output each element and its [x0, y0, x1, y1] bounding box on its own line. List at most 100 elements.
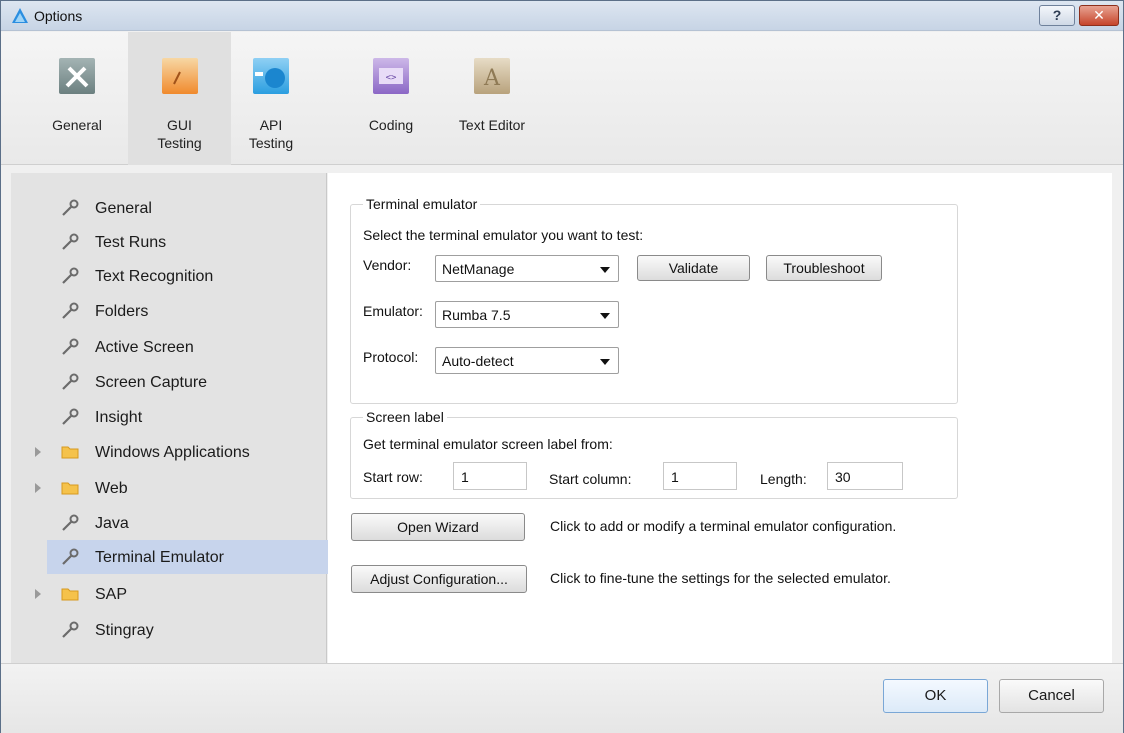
nav-item-label: SAP: [95, 586, 128, 603]
wrench-icon: [62, 373, 79, 390]
start-row-label: Start row:: [363, 469, 423, 485]
toolbar-gui-testing[interactable]: GUI Testing: [128, 32, 231, 165]
toolbar-gui-testing-label-line1: GUI: [167, 117, 192, 133]
nav-item-windows-applications[interactable]: Windows Applications: [35, 435, 329, 469]
terminal-emulator-group-title: Terminal emulator: [363, 196, 481, 212]
open-wizard-button[interactable]: Open Wizard: [351, 513, 525, 541]
close-button[interactable]: ✕: [1079, 5, 1119, 26]
nav-item-folders[interactable]: Folders: [47, 294, 329, 328]
toolbar-api-testing[interactable]: API Testing: [231, 32, 311, 165]
coding-icon: <>: [373, 58, 409, 94]
wrench-icon: [62, 302, 79, 319]
nav-item-text-recognition[interactable]: Text Recognition: [47, 259, 329, 293]
text-editor-icon: A: [474, 58, 510, 94]
vendor-label: Vendor:: [363, 257, 412, 273]
folder-icon: [61, 482, 79, 495]
nav-item-label: Web: [95, 480, 128, 497]
nav-item-web[interactable]: Web: [35, 471, 329, 505]
adjust-configuration-description: Click to fine-tune the settings for the …: [550, 570, 891, 586]
start-column-field[interactable]: 1: [663, 462, 737, 490]
cancel-button[interactable]: Cancel: [999, 679, 1104, 713]
nav-item-insight[interactable]: Insight: [47, 400, 329, 434]
nav-item-general[interactable]: General: [47, 191, 329, 225]
nav-item-stingray[interactable]: Stingray: [47, 613, 329, 647]
open-wizard-description: Click to add or modify a terminal emulat…: [550, 518, 897, 534]
nav-item-label: General: [95, 200, 152, 217]
nav-item-label: Screen Capture: [95, 374, 208, 391]
terminal-instruction: Select the terminal emulator you want to…: [363, 227, 644, 243]
length-label: Length:: [760, 471, 807, 487]
protocol-label: Protocol:: [363, 349, 419, 365]
expand-arrow-icon[interactable]: [35, 447, 41, 457]
toolbar-general[interactable]: General: [41, 32, 113, 165]
wrench-icon: [62, 338, 79, 355]
start-row-field[interactable]: 1: [453, 462, 527, 490]
toolbar-coding-label: Coding: [368, 117, 414, 133]
nav-item-label: Java: [95, 515, 129, 532]
adjust-configuration-button[interactable]: Adjust Configuration...: [351, 565, 527, 593]
nav-item-test-runs[interactable]: Test Runs: [47, 225, 329, 259]
emulator-select[interactable]: Rumba 7.5: [435, 301, 619, 328]
screen-label-group: Screen label Get terminal emulator scree…: [350, 409, 958, 499]
wrench-icon: [62, 548, 79, 565]
nav-item-java[interactable]: Java: [47, 506, 329, 540]
help-icon: ?: [1052, 7, 1062, 23]
app-logo-icon: [12, 8, 28, 23]
svg-text:<>: <>: [386, 73, 397, 83]
toolbar-text-editor[interactable]: A Text Editor: [444, 32, 540, 165]
nav-item-label: Stingray: [95, 622, 154, 639]
api-testing-icon: [253, 58, 289, 94]
start-column-label: Start column:: [549, 471, 632, 487]
toolbar-api-testing-label: API Testing: [231, 116, 311, 152]
toolbar-api-testing-label-line2: Testing: [248, 135, 294, 151]
nav-item-label: Windows Applications: [95, 444, 250, 461]
protocol-select-value: Auto-detect: [442, 353, 514, 369]
start-column-value: 1: [671, 469, 679, 485]
validate-button[interactable]: Validate: [637, 255, 750, 281]
nav-item-label: Text Recognition: [95, 268, 214, 285]
title-bar: Options ? ✕: [1, 1, 1123, 31]
screen-label-group-title: Screen label: [363, 409, 447, 425]
nav-item-label: Folders: [95, 303, 149, 320]
wrench-icon: [62, 408, 79, 425]
expand-arrow-icon[interactable]: [35, 589, 41, 599]
troubleshoot-button[interactable]: Troubleshoot: [766, 255, 882, 281]
folder-icon: [61, 588, 79, 601]
nav-item-terminal-emulator[interactable]: Terminal Emulator: [47, 540, 329, 574]
chevron-down-icon: [600, 267, 610, 273]
toolbar-coding[interactable]: <> Coding: [356, 32, 426, 165]
nav-item-active-screen[interactable]: Active Screen: [47, 330, 329, 364]
wrench-icon: [62, 233, 79, 250]
toolbar-general-label: General: [52, 117, 102, 133]
dialog-footer: OK Cancel: [1, 663, 1123, 733]
help-button[interactable]: ?: [1039, 5, 1075, 26]
nav-item-sap[interactable]: SAP: [35, 577, 329, 611]
options-window: Options ? ✕ General GUI Testing API Test…: [0, 0, 1124, 733]
ok-button[interactable]: OK: [883, 679, 988, 713]
wrench-icon: [62, 621, 79, 638]
nav-item-label: Test Runs: [95, 234, 167, 251]
options-nav-tree: General Test Runs Text Recognition Folde…: [11, 173, 329, 663]
protocol-select[interactable]: Auto-detect: [435, 347, 619, 374]
length-field[interactable]: 30: [827, 462, 903, 490]
terminal-emulator-group: Terminal emulator Select the terminal em…: [350, 196, 958, 404]
gui-testing-icon: [161, 58, 198, 94]
options-category-toolbar: General GUI Testing API Testing <> Codin…: [1, 32, 1123, 165]
nav-item-label: Insight: [95, 409, 143, 426]
tools-icon: [59, 58, 95, 94]
wrench-icon: [62, 267, 79, 284]
svg-text:A: A: [483, 66, 501, 91]
start-row-value: 1: [461, 469, 469, 485]
chevron-down-icon: [600, 313, 610, 319]
emulator-label: Emulator:: [363, 303, 423, 319]
close-icon: ✕: [1093, 7, 1105, 23]
length-value: 30: [835, 469, 851, 485]
screen-label-instruction: Get terminal emulator screen label from:: [363, 436, 613, 452]
wrench-icon: [62, 514, 79, 531]
toolbar-gui-testing-label: GUI Testing: [128, 116, 231, 152]
folder-icon: [61, 446, 79, 459]
toolbar-api-testing-label-line1: API: [259, 117, 283, 133]
expand-arrow-icon[interactable]: [35, 483, 41, 493]
nav-item-screen-capture[interactable]: Screen Capture: [47, 365, 329, 399]
vendor-select[interactable]: NetManage: [435, 255, 619, 282]
